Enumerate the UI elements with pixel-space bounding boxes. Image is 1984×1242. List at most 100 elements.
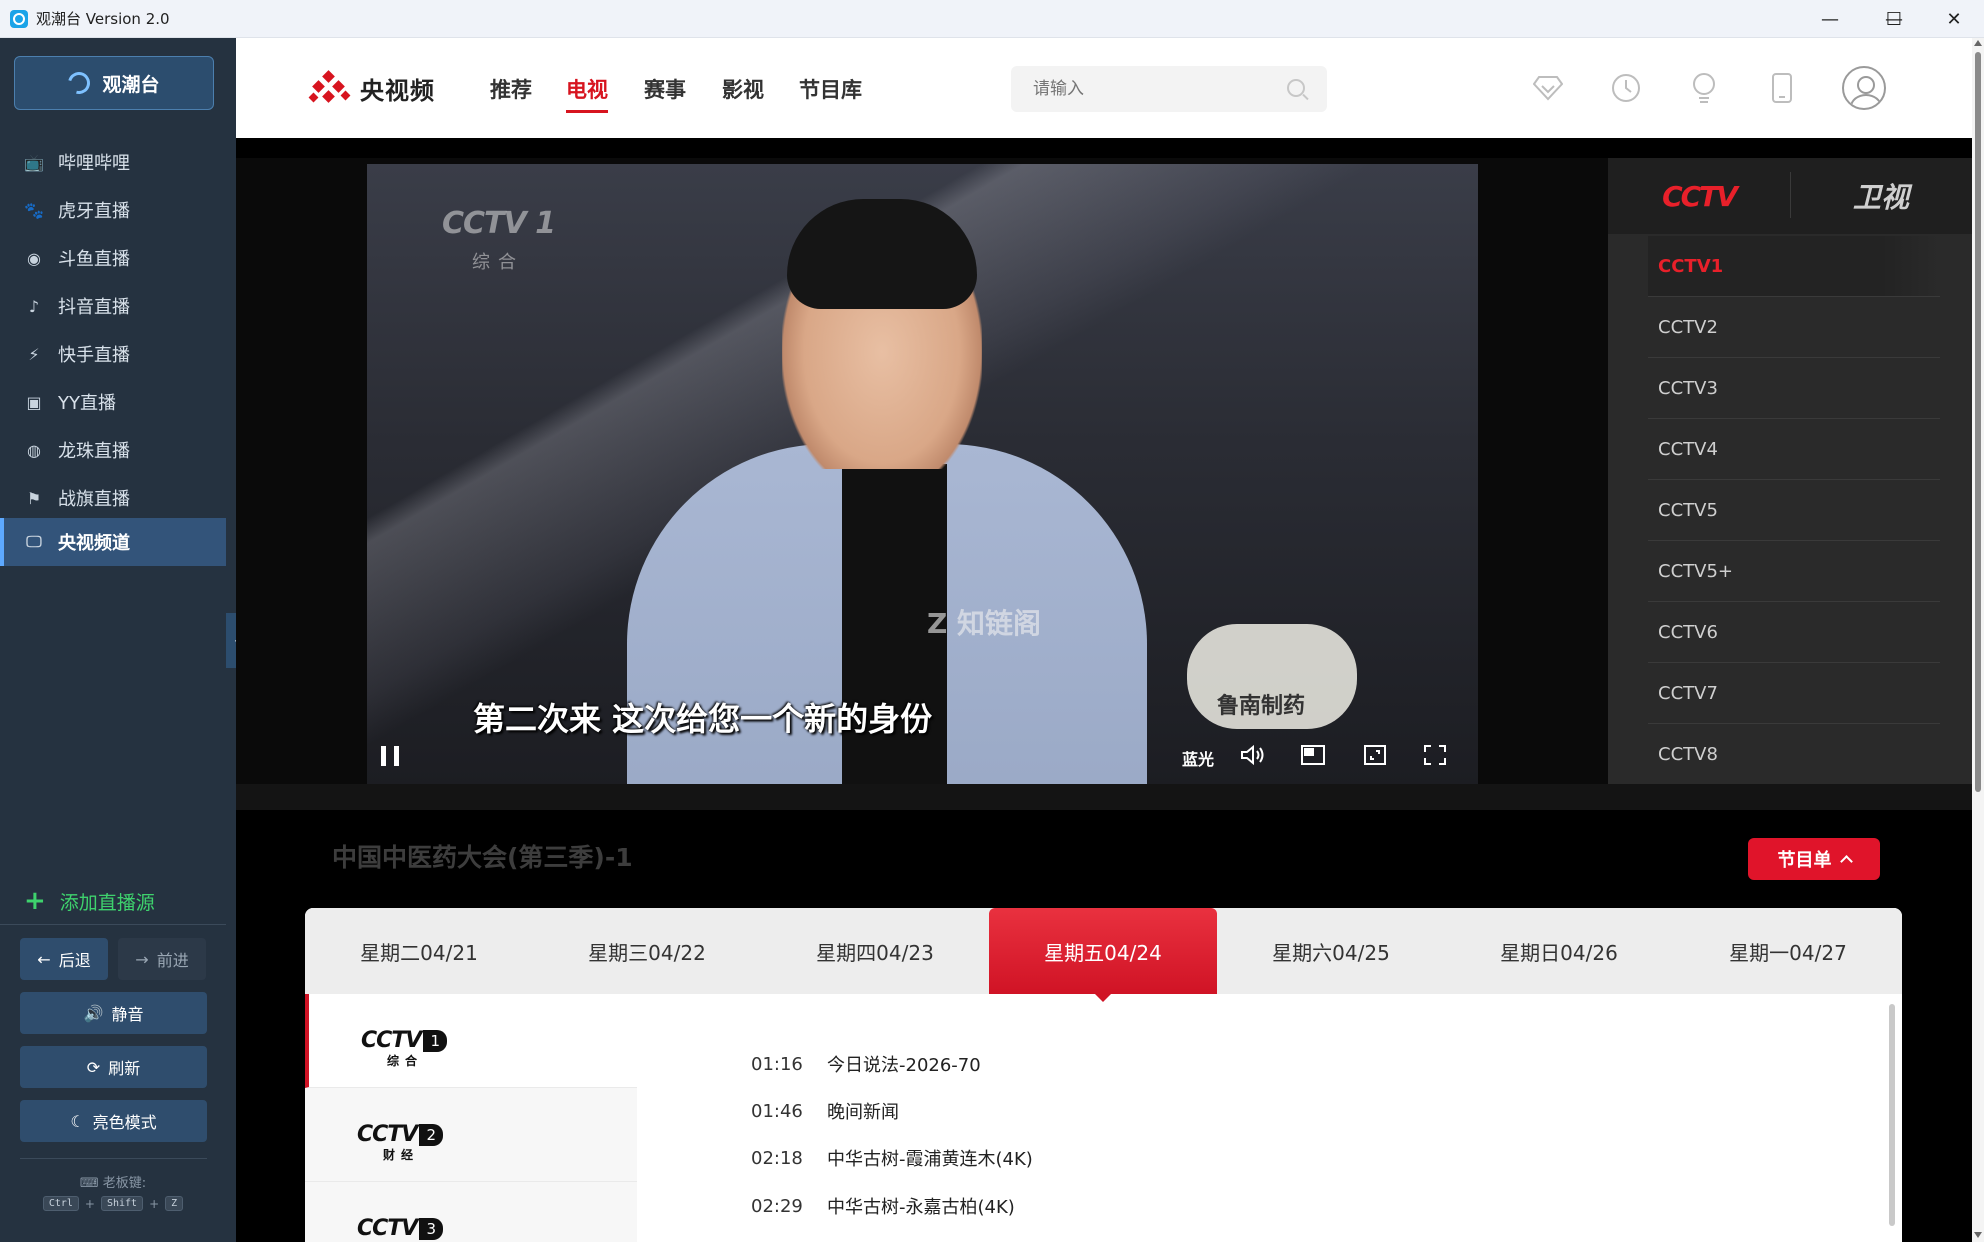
channel-item-cctv1[interactable]: CCTV1 xyxy=(1648,236,1940,297)
bolt-icon: ⚡ xyxy=(28,344,40,364)
volume-icon[interactable] xyxy=(1239,742,1267,768)
back-label: 后退 xyxy=(58,951,91,970)
brand-logo[interactable]: 央视频 xyxy=(308,69,435,106)
history-clock-icon[interactable] xyxy=(1610,72,1642,104)
logo-icon xyxy=(64,67,95,99)
tab-recommend[interactable]: 推荐 xyxy=(490,74,532,104)
pause-icon[interactable] xyxy=(381,746,399,766)
maximize-control[interactable]: ☐ xyxy=(1864,0,1924,38)
channel-logo-text: CCTV xyxy=(357,1216,418,1241)
channel-item-cctv2[interactable]: CCTV2 xyxy=(1648,297,1940,358)
channel-item-cctv7[interactable]: CCTV7 xyxy=(1648,663,1940,724)
boss-key-combo: Ctrl + Shift + Z xyxy=(0,1196,226,1211)
search-input[interactable] xyxy=(1033,79,1273,99)
sidebar-item-douyin[interactable]: ♪ 抖音直播 xyxy=(0,282,226,330)
page-scrollbar[interactable] xyxy=(1972,38,1984,1242)
program-name: 中华古树-永嘉古柏(4K) xyxy=(827,1197,1015,1218)
program-title: 中国中医药大会(第三季)-1 xyxy=(332,843,633,872)
channel-logo-sub: 财经 xyxy=(383,1148,420,1162)
sidebar-item-cctv[interactable]: 🖵 央视频道 xyxy=(0,518,226,566)
sidebar-item-label: 抖音直播 xyxy=(58,297,130,318)
vip-diamond-icon[interactable] xyxy=(1532,72,1564,104)
sidebar-item-huya[interactable]: 🐾 虎牙直播 xyxy=(0,186,226,234)
schedule-toggle-button[interactable]: 节目单 xyxy=(1748,838,1880,880)
channel-item-cctv8[interactable]: CCTV8 xyxy=(1648,724,1940,785)
tab-tv[interactable]: 电视 xyxy=(566,74,608,113)
channel-item-cctv6[interactable]: CCTV6 xyxy=(1648,602,1940,663)
add-source-label: 添加直播源 xyxy=(59,891,155,914)
channel-logo-number: 1 xyxy=(423,1029,448,1052)
day-tab-sat[interactable]: 星期六04/25 xyxy=(1217,908,1445,994)
day-tab-tue[interactable]: 星期二04/21 xyxy=(305,908,533,994)
close-control[interactable]: ✕ xyxy=(1924,0,1984,38)
day-tab-mon[interactable]: 星期一04/27 xyxy=(1674,908,1902,994)
tab-movies[interactable]: 影视 xyxy=(722,74,764,104)
sidebar-item-kuaishou[interactable]: ⚡ 快手直播 xyxy=(0,330,226,378)
quality-selector[interactable]: 蓝光 xyxy=(1182,746,1214,770)
search-icon[interactable] xyxy=(1287,79,1305,97)
mute-label: 静音 xyxy=(111,1005,144,1024)
sidebar-item-bilibili[interactable]: 📺 哔哩哔哩 xyxy=(0,138,226,186)
day-tab-fri[interactable]: 星期五04/24 xyxy=(989,908,1217,1002)
channel-item-cctv3[interactable]: CCTV3 xyxy=(1648,358,1940,419)
channel-item-cctv5plus[interactable]: CCTV5+ xyxy=(1648,541,1940,602)
tab-events[interactable]: 赛事 xyxy=(644,74,686,104)
sidebar-item-yy[interactable]: ▣ YY直播 xyxy=(0,378,226,426)
mute-button[interactable]: 🔊 静音 xyxy=(20,992,207,1034)
user-avatar-icon[interactable] xyxy=(1842,66,1886,110)
program-time: 01:16 xyxy=(751,1053,803,1075)
flag-icon: ⚑ xyxy=(26,488,42,508)
logo-button[interactable]: 观潮台 xyxy=(14,56,214,110)
logo-label: 观潮台 xyxy=(102,73,160,96)
program-row[interactable]: 02:18 中华古树-霞浦黄连木(4K) xyxy=(751,1138,1033,1178)
minimize-glyph: — xyxy=(1821,8,1839,30)
lightbulb-icon[interactable] xyxy=(1688,72,1720,104)
web-fullscreen-icon[interactable] xyxy=(1361,742,1389,768)
day-tab-thu[interactable]: 星期四04/23 xyxy=(761,908,989,994)
scroll-down-icon[interactable] xyxy=(1974,1232,1982,1238)
sidebar-item-label: 龙珠直播 xyxy=(58,441,130,462)
scrollbar-thumb[interactable] xyxy=(1975,52,1981,792)
tab-cctv[interactable]: CCTV xyxy=(1608,158,1790,234)
tab-library[interactable]: 节目库 xyxy=(799,74,862,104)
theme-toggle-button[interactable]: ☾ 亮色模式 xyxy=(20,1100,207,1142)
boss-key-label: ⌨ 老板键: xyxy=(0,1172,226,1191)
tiktok-icon: ♪ xyxy=(28,296,40,316)
app-icon xyxy=(10,9,28,28)
sidebar-item-douyu[interactable]: ◉ 斗鱼直播 xyxy=(0,234,226,282)
channel-item-cctv4[interactable]: CCTV4 xyxy=(1648,419,1940,480)
program-row[interactable]: 01:16 今日说法-2026-70 xyxy=(751,1044,981,1084)
sidebar-item-zhanqi[interactable]: ⚑ 战旗直播 xyxy=(0,474,226,522)
back-button[interactable]: ← 后退 xyxy=(20,938,108,980)
video-player[interactable]: CCTV 1 综合 Z 知链阁 鲁南制药 第二次来 这次给您一个新的身份 蓝光 xyxy=(367,164,1478,788)
scroll-up-icon[interactable] xyxy=(1974,40,1982,46)
program-row[interactable]: 01:46 晚间新闻 xyxy=(751,1091,899,1131)
program-name: 今日说法-2026-70 xyxy=(827,1055,981,1076)
sidebar-item-label: 斗鱼直播 xyxy=(58,249,130,270)
schedule-channel-cctv1[interactable]: CCTV 1 综合 xyxy=(305,994,637,1088)
program-name: 中华古树-霞浦黄连木(4K) xyxy=(827,1149,1033,1170)
center-watermark: Z 知链阁 xyxy=(927,607,1042,640)
minimize-control[interactable]: — xyxy=(1800,0,1860,38)
forward-button[interactable]: → 前进 xyxy=(118,938,206,980)
tab-satellite[interactable]: 卫视 xyxy=(1790,158,1972,234)
close-icon: ✕ xyxy=(1946,8,1962,30)
mobile-icon[interactable] xyxy=(1766,72,1798,104)
day-tab-wed[interactable]: 星期三04/22 xyxy=(533,908,761,994)
arrow-left-icon: ← xyxy=(37,949,51,969)
program-row[interactable]: 02:29 中华古树-永嘉古柏(4K) xyxy=(751,1186,1015,1226)
day-tab-sun[interactable]: 星期日04/26 xyxy=(1445,908,1673,994)
monitor-icon: 🖵 xyxy=(26,532,42,551)
schedule-channel-list: CCTV 1 综合 CCTV 2 财经 CCTV 3 综艺 xyxy=(305,994,637,1242)
arrow-right-icon: → xyxy=(135,949,149,969)
picture-in-picture-icon[interactable] xyxy=(1299,742,1327,768)
channel-item-cctv5[interactable]: CCTV5 xyxy=(1648,480,1940,541)
schedule-scrollbar[interactable] xyxy=(1889,1004,1895,1226)
program-name: 晚间新闻 xyxy=(827,1102,899,1123)
refresh-button[interactable]: ⟳ 刷新 xyxy=(20,1046,207,1088)
schedule-channel-cctv2[interactable]: CCTV 2 财经 xyxy=(305,1088,637,1182)
schedule-channel-cctv3[interactable]: CCTV 3 综艺 xyxy=(305,1182,637,1242)
sidebar-item-longzhu[interactable]: ◍ 龙珠直播 xyxy=(0,426,226,474)
add-source-button[interactable]: + 添加直播源 xyxy=(24,886,155,916)
fullscreen-icon[interactable] xyxy=(1421,742,1449,768)
